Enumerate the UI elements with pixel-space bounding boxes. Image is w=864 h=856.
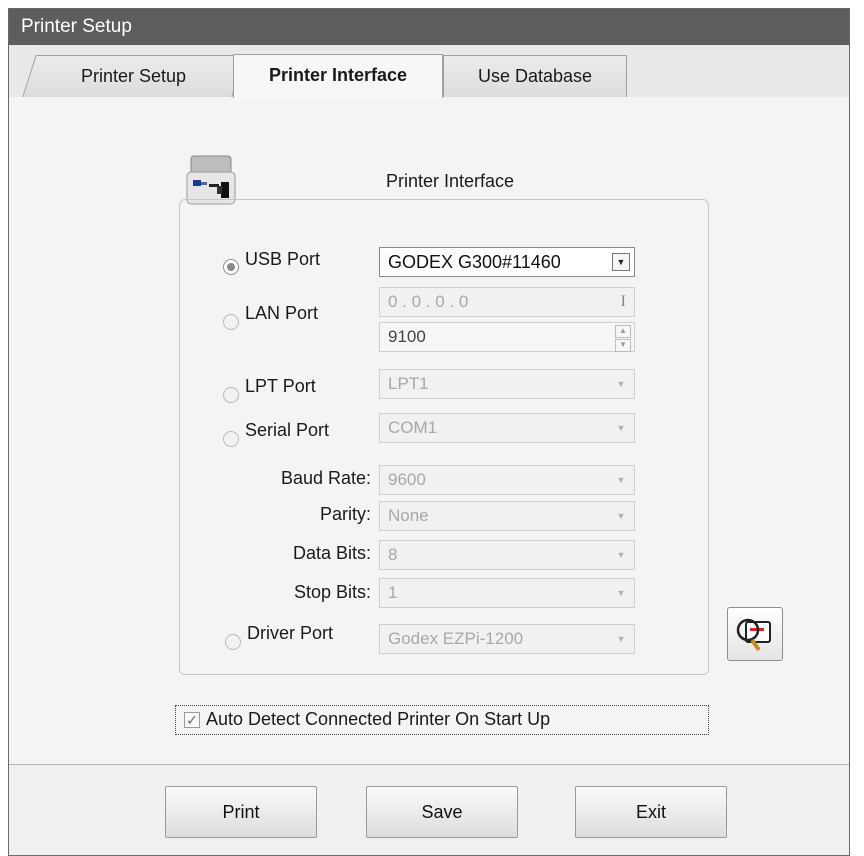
lan-ip-value: 0 . 0 . 0 . 0 [388,292,469,311]
driver-port-radio[interactable] [225,634,241,650]
search-printer-button[interactable] [727,607,783,661]
chevron-down-icon: ▼ [616,588,626,598]
lan-port-label: LAN Port [245,303,319,323]
tab-printer-setup-label: Printer Setup [81,66,187,86]
data-bits-label: Data Bits: [292,543,371,563]
usb-port-select[interactable]: GODEX G300#11460 ▼ [379,247,635,277]
chevron-down-icon: ▼ [616,550,626,560]
serial-port-select[interactable]: COM1 ▼ [379,413,635,443]
baud-rate-value: 9600 [388,470,426,489]
driver-port-label: Driver Port [247,623,334,643]
print-button[interactable]: Print [165,786,317,838]
lan-port-number-value: 9100 [388,327,426,346]
serial-port-label: Serial Port [245,420,330,440]
stop-bits-value: 1 [388,583,398,602]
exit-button[interactable]: Exit [575,786,727,838]
lan-port-number-input[interactable]: 9100 ▲ ▼ [379,322,635,352]
driver-port-value: Godex EZPi-1200 [388,629,524,648]
auto-detect-checkbox[interactable]: ✓ [184,712,200,728]
auto-detect-checkbox-row[interactable]: ✓ Auto Detect Connected Printer On Start… [175,705,709,735]
spin-down-icon[interactable]: ▼ [615,339,631,352]
chevron-down-icon: ▼ [616,423,626,433]
save-button[interactable]: Save [366,786,518,838]
serial-port-value: COM1 [388,418,438,437]
tab-printer-setup[interactable]: Printer Setup [22,55,246,97]
baud-rate-select[interactable]: 9600 ▼ [379,465,635,495]
chevron-down-icon: ▼ [612,253,630,271]
lpt-port-radio[interactable] [223,387,239,403]
driver-port-select[interactable]: Godex EZPi-1200 ▼ [379,624,635,654]
lpt-port-select[interactable]: LPT1 ▼ [379,369,635,399]
tab-strip: Printer Setup Printer Interface Use Data… [9,45,849,98]
tab-use-database[interactable]: Use Database [443,55,627,97]
port-spinner[interactable]: ▲ ▼ [615,325,631,352]
chevron-down-icon: ▼ [616,634,626,644]
chevron-down-icon: ▼ [616,511,626,521]
stop-bits-select[interactable]: 1 ▼ [379,578,635,608]
lan-ip-input[interactable]: 0 . 0 . 0 . 0 I [379,287,635,317]
baud-rate-label: Baud Rate: [280,468,371,488]
chevron-down-icon: ▼ [616,379,626,389]
window-title: Printer Setup [9,9,849,45]
group-title: Printer Interface [372,171,529,192]
spin-up-icon[interactable]: ▲ [615,325,631,338]
data-bits-value: 8 [388,545,398,564]
parity-value: None [388,506,429,525]
parity-label: Parity: [319,504,371,524]
auto-detect-label: Auto Detect Connected Printer On Start U… [206,709,551,729]
usb-port-value: GODEX G300#11460 [388,252,561,272]
printer-setup-window: Printer Setup Printer Setup Printer Inte… [8,8,850,856]
search-printer-icon [736,618,771,652]
lpt-port-value: LPT1 [388,374,429,393]
text-cursor-icon: I [620,293,626,310]
usb-port-radio[interactable] [223,259,239,275]
usb-port-label: USB Port [245,249,321,269]
serial-port-radio[interactable] [223,431,239,447]
chevron-down-icon: ▼ [616,475,626,485]
stop-bits-label: Stop Bits: [293,582,371,602]
parity-select[interactable]: None ▼ [379,501,635,531]
tab-printer-interface[interactable]: Printer Interface [233,54,443,98]
data-bits-select[interactable]: 8 ▼ [379,540,635,570]
lan-port-radio[interactable] [223,314,239,330]
tab-content: Printer Interface USB Port GODEX G300#11… [9,97,849,765]
lpt-port-label: LPT Port [245,376,316,396]
